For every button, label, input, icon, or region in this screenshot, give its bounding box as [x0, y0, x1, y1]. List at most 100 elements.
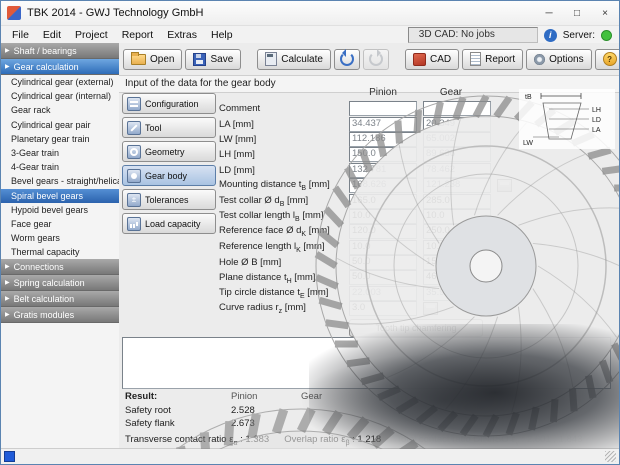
form-row-ld: LD [mm] 132.781 78.462 — [219, 162, 512, 178]
form-row-reference-face-dk: Reference face Ø dK [mm] 120.0 250.0 — [219, 224, 512, 240]
field-comment-pinion[interactable] — [349, 101, 417, 117]
gear-body-icon — [127, 168, 141, 183]
field-label: Test collar length lB [mm] — [219, 209, 324, 223]
info-icon[interactable]: i — [543, 28, 557, 42]
status-indicator — [4, 451, 15, 462]
open-button[interactable]: Open — [123, 48, 183, 70]
field-hole-b-pinion[interactable]: 50.0 — [349, 255, 417, 271]
field-la-pinion[interactable]: 34.437 — [349, 116, 417, 132]
field-reference-face-dk-pinion[interactable]: 120.0 — [349, 224, 417, 240]
maximize-button[interactable]: □ — [563, 1, 591, 25]
field-curve-radius-rz-pinion[interactable]: 3.0 — [349, 301, 417, 317]
menu-project[interactable]: Project — [68, 29, 115, 41]
sidebar-item-thermal-capacity[interactable]: Thermal capacity — [1, 245, 119, 259]
gear-body-button[interactable]: Gear body — [122, 165, 216, 186]
expand-arrow-icon: ▶ — [5, 264, 10, 271]
calculate-button[interactable]: Calculate — [257, 48, 331, 70]
field-comment-gear[interactable] — [423, 101, 491, 117]
field-reference-length-lk-gear[interactable]: 10.0 — [423, 239, 491, 255]
geometry-button[interactable]: Geometry — [122, 141, 216, 162]
field-plane-distance-th-gear[interactable]: 46.0 — [423, 270, 491, 286]
dimension-detail-icon[interactable] — [497, 179, 512, 193]
load-capacity-button[interactable]: Load capacity — [122, 213, 216, 234]
help-button[interactable]: Help — [594, 48, 619, 70]
field-test-collar-length-lb-gear[interactable]: 10.0 — [423, 208, 491, 224]
field-la-gear[interactable]: 20.349 — [423, 116, 491, 132]
results-title: Result: — [125, 391, 158, 402]
sidebar-item-4-gear-train[interactable]: 4-Gear train — [1, 160, 119, 174]
gear-body-page: Configuration Tool Geometry Gear body Tolera… — [119, 85, 619, 449]
field-test-collar-length-lb-pinion[interactable]: 10.0 — [349, 208, 417, 224]
contact-ratio-line: Transverse contact ratio εα : 1.383 Overl… — [125, 434, 597, 447]
field-test-collar-db-pinion[interactable]: 165.0 — [349, 193, 417, 209]
redo-icon — [368, 49, 383, 66]
field-ld-pinion[interactable]: 132.781 — [349, 162, 417, 178]
sidebar-item-3-gear-train[interactable]: 3-Gear train — [1, 146, 119, 160]
field-mounting-distance-tb-pinion[interactable]: 168.626 — [349, 178, 417, 194]
menu-extras[interactable]: Extras — [160, 29, 204, 41]
form-row-curve-radius-rz: Curve radius rz [mm] 3.0 — [219, 301, 512, 317]
resize-grip[interactable] — [605, 451, 616, 462]
field-label: Reference face Ø dK [mm] — [219, 225, 330, 239]
cad-icon — [412, 52, 426, 66]
report-button[interactable]: Report — [462, 48, 524, 70]
field-lw-pinion[interactable]: 112.186 — [349, 131, 417, 147]
sidebar-item-spiral-bevel-gears[interactable]: Spiral bevel gears — [1, 188, 119, 203]
field-tip-circle-distance-te-gear[interactable]: 35.977 — [423, 285, 491, 301]
minimize-button[interactable]: ─ — [535, 1, 563, 25]
undo-button[interactable] — [333, 48, 360, 70]
ratio-overlap-ratio: Overlap ratio εβ : 1.218 — [284, 434, 382, 447]
sidebar-item-worm-gears[interactable]: Worm gears — [1, 231, 119, 245]
menu-report[interactable]: Report — [115, 29, 161, 41]
results-header-flash: Flash — [559, 391, 583, 402]
dim-label-ld: LD — [592, 117, 601, 124]
menu-edit[interactable]: Edit — [36, 29, 68, 41]
field-ld-gear[interactable]: 78.462 — [423, 162, 491, 178]
redo-button[interactable] — [362, 48, 389, 70]
toolbar-button-label: Save — [210, 53, 234, 65]
form-row-comment: Comment — [219, 101, 512, 117]
field-tip-circle-distance-te-pinion[interactable]: 22.003 — [349, 285, 417, 301]
field-reference-length-lk-pinion[interactable]: 10.0 — [349, 239, 417, 255]
results-header-pinion: Pinion — [231, 391, 258, 402]
sidebar-section-belt-calculation[interactable]: ▶ Belt calculation — [1, 291, 119, 308]
calculator-icon — [265, 52, 278, 66]
tolerances-button[interactable]: Tolerances — [122, 189, 216, 210]
menu-file[interactable]: File — [5, 29, 36, 41]
sidebar-section-label: Connections — [13, 261, 64, 272]
tool-button[interactable]: Tool — [122, 117, 216, 138]
dimension-detail-icon[interactable] — [423, 302, 438, 316]
tooth-tip-chamfering-button[interactable]: Tooth tip chamfering — [349, 319, 483, 338]
form-row-lw: LW [mm] 112.186 65.002 — [219, 131, 512, 147]
sidebar-section-connections[interactable]: ▶ Connections — [1, 259, 119, 276]
section-buttons: Configuration Tool Geometry Gear body Tolera… — [122, 93, 216, 237]
field-lw-gear[interactable]: 65.002 — [423, 131, 491, 147]
options-button[interactable]: Options — [526, 48, 592, 70]
sidebar-item-gear-rack[interactable]: Gear rack — [1, 103, 119, 117]
close-button[interactable]: × — [591, 1, 619, 25]
sidebar-section-gratis-modules[interactable]: ▶ Gratis modules — [1, 307, 119, 324]
field-hole-b-gear[interactable]: 150.0 — [423, 255, 491, 271]
field-lh-pinion[interactable]: 150.0 — [349, 147, 417, 163]
configuration-button[interactable]: Configuration — [122, 93, 216, 114]
sidebar-section-gear-calculation[interactable]: ▶ Gear calculation — [1, 59, 119, 75]
menu-help[interactable]: Help — [204, 29, 240, 41]
field-mounting-distance-tb-gear[interactable]: 121.238 — [423, 178, 491, 194]
sidebar-section-spring-calculation[interactable]: ▶ Spring calculation — [1, 275, 119, 292]
save-button[interactable]: Save — [185, 48, 242, 70]
sidebar-item-cylindrical-gear-internal[interactable]: Cylindrical gear (internal) — [1, 89, 119, 103]
sidebar-item-planetary-gear-train[interactable]: Planetary gear train — [1, 132, 119, 146]
field-lh-gear[interactable]: 89.636 — [423, 147, 491, 163]
notes-area[interactable] — [122, 337, 611, 389]
sidebar-item-face-gear[interactable]: Face gear — [1, 217, 119, 231]
sidebar-item-hypoid-bevel-gears[interactable]: Hypoid bevel gears — [1, 203, 119, 217]
field-reference-face-dk-gear[interactable]: 250.0 — [423, 224, 491, 240]
sidebar-item-cylindrical-gear-external[interactable]: Cylindrical gear (external) — [1, 75, 119, 89]
field-test-collar-db-gear[interactable]: 285.0 — [423, 193, 491, 209]
field-plane-distance-th-pinion[interactable]: 50.0 — [349, 270, 417, 286]
sidebar-section-shaft-bearings[interactable]: ▶ Shaft / bearings — [1, 43, 119, 59]
sidebar-item-cylindrical-gear-pair[interactable]: Cylindrical gear pair — [1, 118, 119, 132]
sidebar-item-bevel-gears-straight-helical[interactable]: Bevel gears - straight/helical — [1, 174, 119, 188]
toolbar: Open Save Calculate CAD Report Options Help — [119, 43, 619, 75]
cad-button[interactable]: CAD — [404, 48, 460, 70]
